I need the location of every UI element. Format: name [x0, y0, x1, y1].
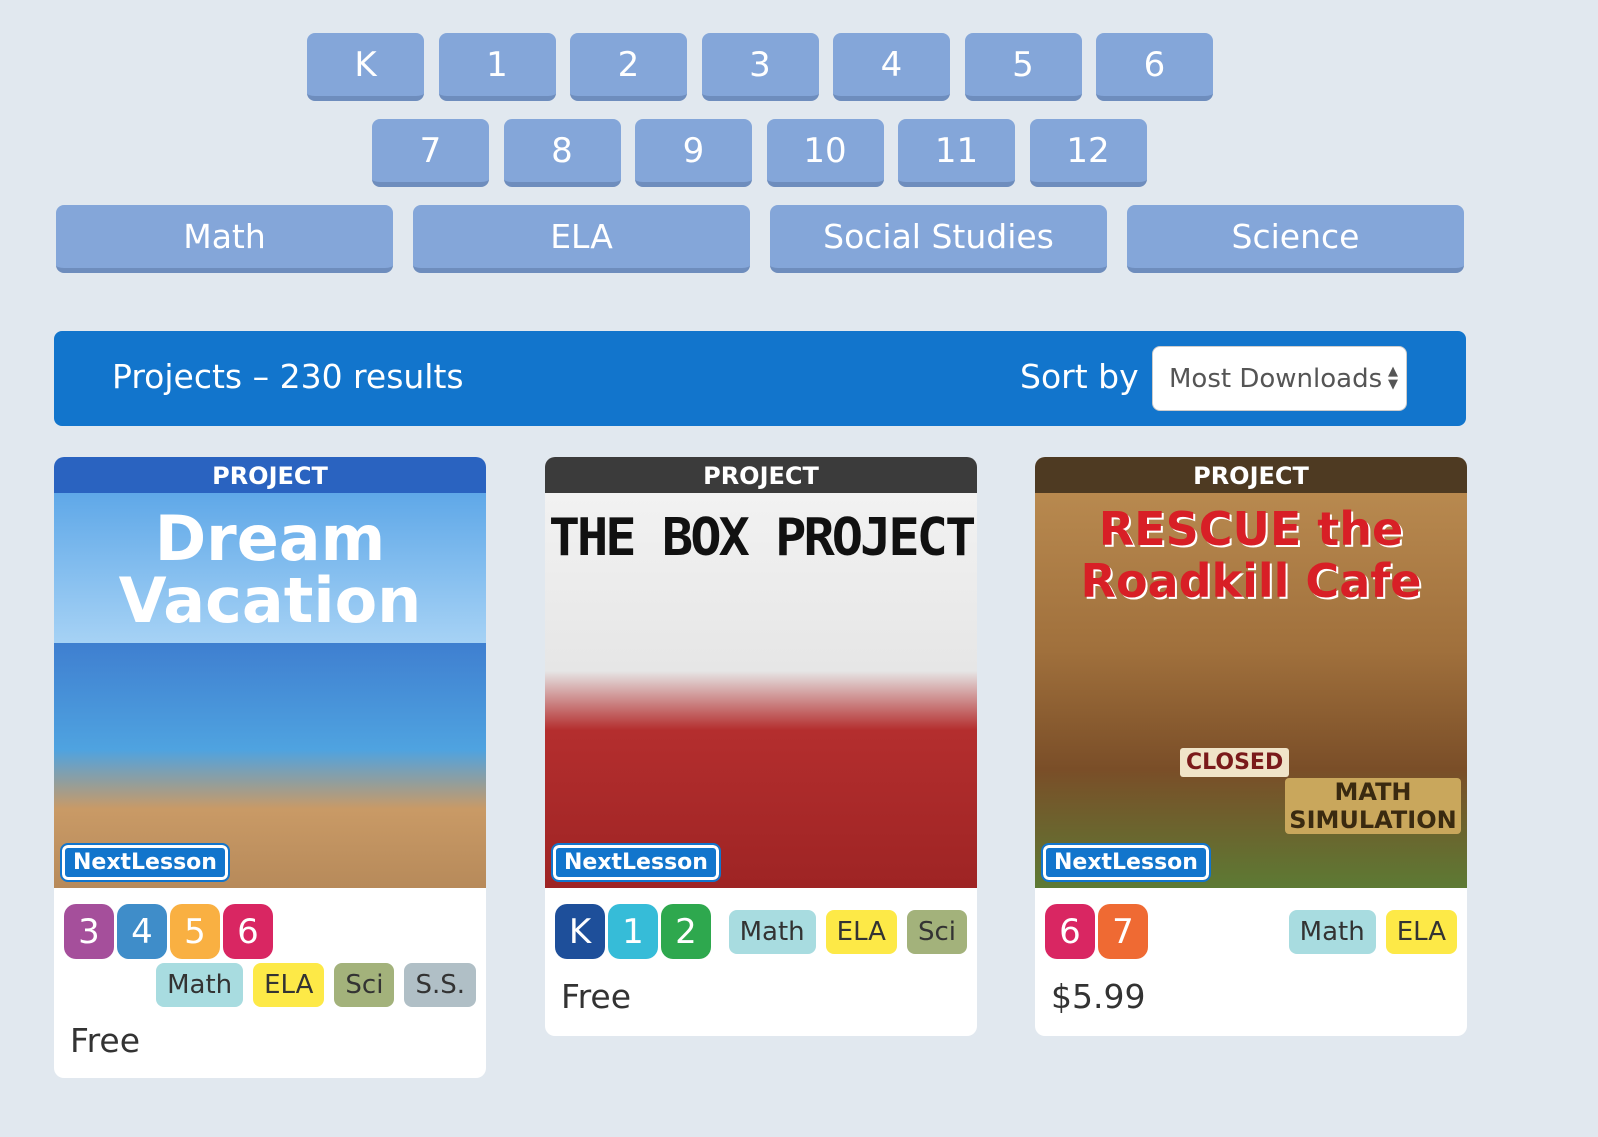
subject-badge: Sci — [906, 910, 967, 954]
grade-badge: K — [555, 904, 605, 959]
subject-badge: ELA — [825, 910, 897, 954]
grade-button-7[interactable]: 7 — [372, 119, 489, 187]
subject-badge: Math — [1288, 910, 1376, 954]
grade-button-6[interactable]: 6 — [1096, 33, 1213, 101]
image-title: RESCUE the Roadkill Cafe — [1080, 502, 1422, 608]
subject-tags: Math ELA Sci — [719, 910, 967, 954]
tag-list: 3 4 5 6 Math ELA Sci S.S. — [54, 888, 486, 1007]
card-type-tag: PROJECT — [1035, 457, 1467, 493]
nextlesson-logo: NextLesson — [551, 843, 721, 882]
price: Free — [561, 977, 632, 1016]
grade-badge: 5 — [170, 904, 220, 959]
subject-tags: Math ELA Sci S.S. — [64, 963, 476, 1007]
subject-button-social-studies[interactable]: Social Studies — [770, 205, 1107, 273]
price: $5.99 — [1051, 977, 1146, 1016]
sort-label: Sort by — [1020, 357, 1139, 396]
grade-button-2[interactable]: 2 — [570, 33, 687, 101]
grade-button-K[interactable]: K — [307, 33, 424, 101]
grade-badge: 2 — [661, 904, 711, 959]
nextlesson-logo: NextLesson — [1041, 843, 1211, 882]
subject-badge: Math — [156, 963, 244, 1007]
grade-badge: 7 — [1098, 904, 1148, 959]
tag-list: Math ELA Sci K 1 2 — [545, 888, 977, 959]
project-image[interactable]: THE BOX PROJECT NextLesson — [545, 493, 977, 888]
grade-button-10[interactable]: 10 — [766, 119, 884, 187]
grade-badge: 6 — [1045, 904, 1095, 959]
subject-badge: Sci — [334, 963, 395, 1007]
grade-button-12[interactable]: 12 — [1029, 119, 1147, 187]
grade-button-3[interactable]: 3 — [701, 33, 819, 101]
grade-button-9[interactable]: 9 — [635, 119, 752, 187]
project-card[interactable]: PROJECT Dream Vacation NextLesson 3 4 5 6 Math E… — [54, 457, 486, 1078]
project-card[interactable]: PROJECT THE BOX PROJECT NextLesson Math ELA S… — [545, 457, 977, 1036]
grade-badge: 4 — [117, 904, 167, 959]
sort-value: Most Downloads — [1169, 363, 1383, 394]
grade-button-1[interactable]: 1 — [438, 33, 556, 101]
tag-list: Math ELA 6 7 — [1035, 888, 1467, 959]
subject-badge: Math — [728, 910, 816, 954]
grade-badge: 1 — [608, 904, 658, 959]
select-arrows-icon: ▲ ▼ — [1388, 364, 1398, 392]
grade-button-5[interactable]: 5 — [964, 33, 1082, 101]
subject-button-math[interactable]: Math — [56, 205, 393, 273]
image-title: Dream Vacation — [118, 502, 422, 637]
results-bar: Projects – 230 results Sort by Most Down… — [54, 331, 1466, 426]
subject-button-ela[interactable]: ELA — [413, 205, 750, 273]
subject-badge: ELA — [253, 963, 325, 1007]
results-title: Projects – 230 results — [112, 357, 464, 396]
sort-select[interactable]: Most Downloads ▲ ▼ — [1152, 346, 1407, 411]
project-card[interactable]: PROJECT RESCUE the Roadkill Cafe MATH SIMU… — [1035, 457, 1467, 1036]
grade-button-8[interactable]: 8 — [503, 119, 621, 187]
grade-button-4[interactable]: 4 — [833, 33, 950, 101]
grade-badge: 6 — [223, 904, 273, 959]
image-subtitle: MATH SIMULATION — [1285, 778, 1461, 834]
closed-sign: CLOSED — [1180, 748, 1290, 777]
price: Free — [70, 1021, 141, 1060]
subject-button-science[interactable]: Science — [1127, 205, 1464, 273]
grade-badge: 3 — [64, 904, 114, 959]
project-image[interactable]: Dream Vacation NextLesson — [54, 493, 486, 888]
nextlesson-logo: NextLesson — [60, 843, 230, 882]
image-title: THE BOX PROJECT — [548, 508, 977, 568]
project-image[interactable]: RESCUE the Roadkill Cafe MATH SIMULATION C… — [1035, 493, 1467, 888]
grade-button-11[interactable]: 11 — [898, 119, 1015, 187]
subject-tags: Math ELA — [1279, 910, 1457, 954]
card-type-tag: PROJECT — [545, 457, 977, 493]
card-type-tag: PROJECT — [54, 457, 486, 493]
subject-badge: S.S. — [404, 963, 476, 1007]
subject-badge: ELA — [1385, 910, 1457, 954]
